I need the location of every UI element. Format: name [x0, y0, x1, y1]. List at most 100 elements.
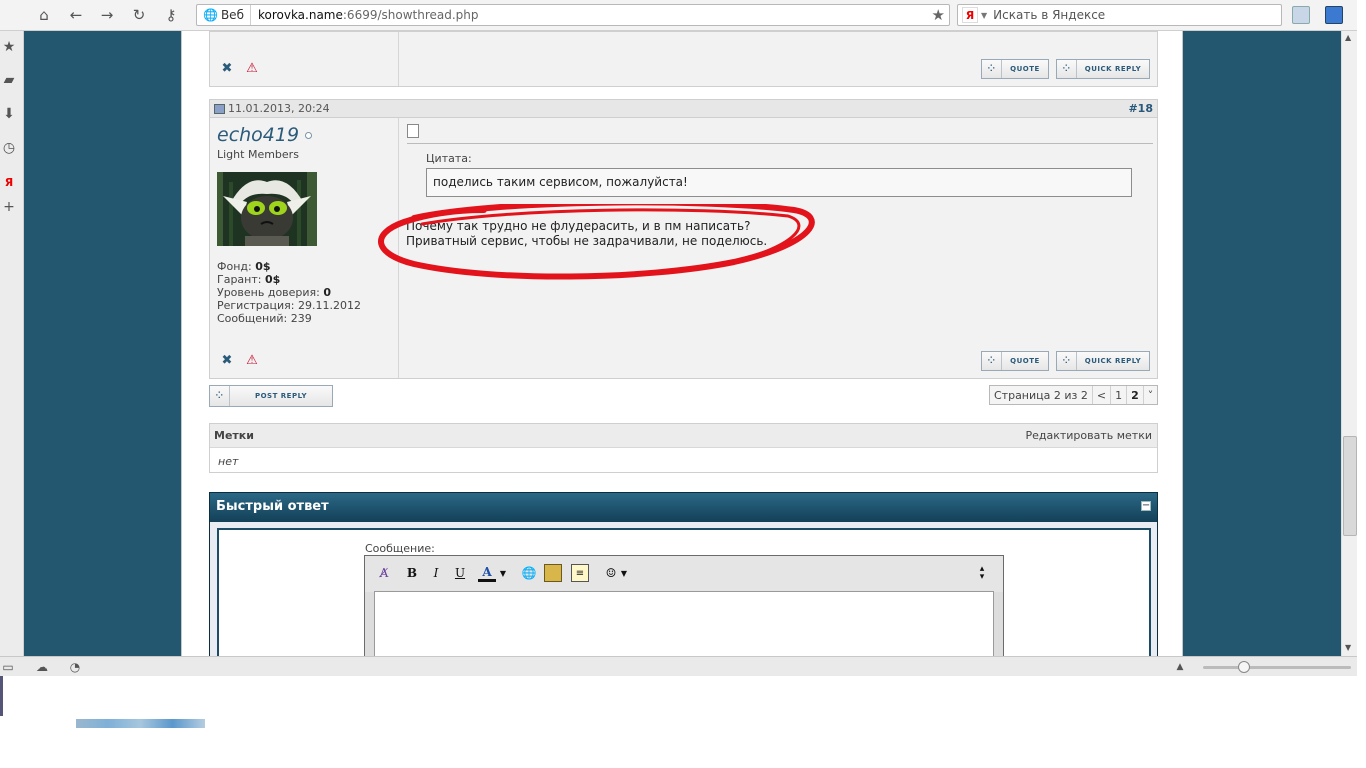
page-scrollbar[interactable]: ▲ ▼ — [1341, 31, 1357, 656]
post-header: 11.01.2013, 20:24 #18 — [209, 99, 1158, 117]
address-bar[interactable]: 🌐 Веб korovka.name:6699/showthread.php ★ — [196, 4, 950, 26]
pagination-menu[interactable]: ˅ — [1144, 386, 1158, 404]
yandex-icon[interactable]: Я — [0, 173, 18, 191]
remove-format-icon[interactable]: A̸ — [375, 564, 393, 582]
quote-insert-icon[interactable]: ≡ — [571, 564, 589, 582]
scroll-up-icon[interactable]: ▲ — [1345, 33, 1351, 42]
quote-button[interactable]: ⁘ Quote — [981, 59, 1049, 79]
zoom-slider[interactable] — [1203, 666, 1351, 669]
italic-icon[interactable]: I — [427, 564, 445, 582]
user-report-icon[interactable]: ✖ — [218, 60, 236, 76]
quick-reply-icon: ⁘ — [1057, 352, 1077, 370]
back-icon[interactable]: ← — [65, 5, 87, 25]
user-report-icon[interactable]: ✖ — [218, 352, 236, 368]
downloads-icon[interactable]: ⬇ — [0, 105, 18, 123]
reload-icon[interactable]: ↻ — [128, 5, 150, 25]
pagination-prev[interactable]: < — [1093, 386, 1112, 404]
warning-icon[interactable]: ⚠ — [243, 60, 261, 76]
user-trust: Уровень доверия: 0 — [217, 286, 332, 299]
resize-editor-icon[interactable]: ▴ ▾ — [973, 564, 991, 582]
font-color-icon[interactable]: A — [478, 564, 496, 582]
post-date: 11.01.2013, 20:24 — [228, 102, 330, 115]
forum-page: ✖ ⚠ ⁘ Quote ⁘ Quick reply 11.01.2013, 20… — [181, 31, 1183, 656]
notes-icon[interactable]: ▰ — [0, 71, 18, 89]
forward-icon[interactable]: → — [96, 5, 118, 25]
online-status-icon — [305, 132, 312, 139]
user-info: Фонд: 0$ Гарант: 0$ Уровень доверия: 0 Р… — [217, 260, 361, 325]
editor-toolbar: A̸ B I U A ▼ 🌐 ≡ ☺ ▼ ▴ ▾ — [365, 556, 1003, 592]
address-url[interactable]: korovka.name:6699/showthread.php — [251, 8, 479, 22]
quick-reply-button[interactable]: ⁘ Quick reply — [1056, 59, 1150, 79]
history-clock-icon[interactable]: ◷ — [0, 139, 18, 157]
tags-title: Метки — [214, 429, 254, 442]
home-icon[interactable]: ⌂ — [33, 5, 55, 25]
globe-icon: 🌐 — [203, 8, 218, 22]
tags-value: нет — [218, 455, 239, 468]
avatar[interactable] — [217, 172, 317, 246]
page-icon[interactable] — [1292, 6, 1310, 24]
link-icon[interactable]: 🌐 — [520, 564, 538, 582]
quick-reply-icon: ⁘ — [1057, 60, 1077, 78]
collapse-icon[interactable]: − — [1141, 501, 1151, 511]
search-box[interactable]: Я ▼ Искать в Яндексе — [957, 4, 1282, 26]
pagination: Страница 2 из 2 < 1 2 ˅ — [989, 385, 1159, 405]
search-placeholder: Искать в Яндексе — [993, 8, 1106, 22]
warning-icon[interactable]: ⚠ — [243, 352, 261, 368]
quick-reply-panel: Быстрый ответ − Сообщение: A̸ B I U A ▼ … — [209, 492, 1158, 656]
yandex-logo-icon: Я — [962, 7, 978, 23]
scroll-thumb[interactable] — [1343, 436, 1357, 536]
quote-box: поделись таким сервисом, пожалуйста! — [426, 168, 1132, 197]
browser-toolbar: ⌂ ← → ↻ ⚷ 🌐 Веб korovka.name:6699/showth… — [0, 0, 1366, 31]
zoom-up-icon[interactable]: ▲ — [1173, 660, 1187, 674]
post: echo419 Light Members Фонд: 0$ Гарант: 0… — [209, 117, 1158, 379]
zoom-slider-handle[interactable] — [1238, 661, 1250, 673]
message-editor: A̸ B I U A ▼ 🌐 ≡ ☺ ▼ ▴ ▾ — [364, 555, 1004, 656]
quote-icon: ⁘ — [982, 60, 1002, 78]
cloud-icon[interactable]: ☁ — [35, 660, 49, 674]
bookmarks-star-icon[interactable]: ★ — [0, 38, 18, 56]
page-background: ✖ ⚠ ⁘ Quote ⁘ Quick reply 11.01.2013, 20… — [24, 31, 1341, 656]
quick-reply-button[interactable]: ⁘ Quick reply — [1056, 351, 1150, 371]
message-textarea[interactable] — [374, 591, 994, 656]
user-posts: Сообщений: 239 — [217, 312, 312, 325]
tags-panel: Метки Редактировать метки нет — [209, 423, 1158, 473]
smiley-icon[interactable]: ☺ — [602, 564, 620, 582]
panel-toggle-icon[interactable]: ▭ — [1, 660, 15, 674]
smiley-dropdown-icon[interactable]: ▼ — [619, 564, 629, 582]
post-reply-icon: ⁘ — [210, 386, 230, 406]
key-icon[interactable]: ⚷ — [160, 5, 182, 25]
protocol-badge[interactable]: 🌐 Веб — [197, 5, 251, 25]
underline-icon[interactable]: U — [451, 564, 469, 582]
pagination-text: Страница 2 из 2 — [990, 386, 1093, 404]
user-registration: Регистрация: 29.11.2012 — [217, 299, 361, 312]
quote-button[interactable]: ⁘ Quote — [981, 351, 1049, 371]
quote-icon: ⁘ — [982, 352, 1002, 370]
bold-icon[interactable]: B — [403, 564, 421, 582]
taskbar-fragment — [0, 676, 3, 716]
pagination-page-1[interactable]: 1 — [1111, 386, 1128, 404]
side-panel: ★ ▰ ⬇ ◷ Я + — [0, 31, 24, 656]
message-label: Сообщение: — [365, 542, 435, 555]
user-fund: Фонд: 0$ — [217, 260, 271, 273]
image-icon[interactable] — [544, 564, 562, 582]
add-panel-icon[interactable]: + — [0, 198, 18, 216]
pagination-page-2: 2 — [1127, 386, 1144, 404]
previous-post: ✖ ⚠ ⁘ Quote ⁘ Quick reply — [209, 31, 1158, 87]
red-annotation-ellipse — [378, 204, 815, 280]
username-link[interactable]: echo419 — [217, 124, 299, 146]
post-reply-button[interactable]: ⁘ Post reply — [209, 385, 333, 407]
post-status-icon — [214, 104, 225, 114]
scroll-down-icon[interactable]: ▼ — [1345, 643, 1351, 652]
mail-icon[interactable] — [1325, 6, 1343, 24]
browser-status-bar: ▭ ☁ ◔ ▲ — [0, 656, 1357, 676]
speed-dial-icon[interactable]: ◔ — [68, 660, 82, 674]
quote-title: Цитата: — [426, 152, 472, 165]
bookmark-star-icon[interactable]: ★ — [932, 6, 945, 24]
post-number-link[interactable]: #18 — [1128, 102, 1153, 115]
font-color-dropdown-icon[interactable]: ▼ — [498, 564, 508, 582]
user-rank: Light Members — [217, 148, 299, 161]
pixelated-fragment — [76, 719, 205, 728]
search-engine-dropdown-icon[interactable]: ▼ — [981, 11, 987, 20]
avatar-image — [217, 172, 317, 246]
edit-tags-link[interactable]: Редактировать метки — [1025, 429, 1152, 442]
